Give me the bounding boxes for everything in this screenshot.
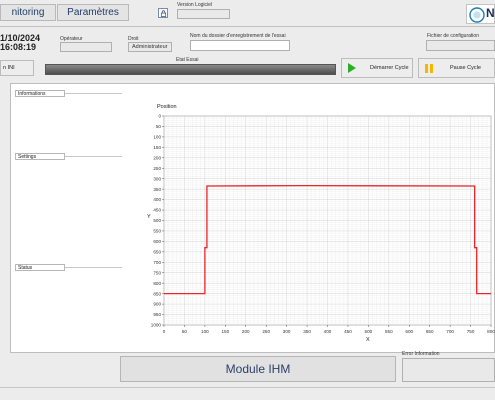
folder-label: Nom du dossier d'enregistrement de l'ess… [190,33,286,39]
pause-cycle-button[interactable]: Pause Cycle [418,58,495,78]
y-tick-label: 100 [153,135,161,140]
x-tick-label: 750 [467,329,475,334]
x-tick-label: 350 [303,329,311,334]
y-tick-label: 0 [158,114,161,119]
footer-divider [0,387,495,388]
x-tick-label: 250 [262,329,270,334]
chart-xlabel: X [366,337,370,343]
y-tick-label: 300 [153,176,161,181]
position-chart: Position Y X 0 50 100 150 200 250 300 350 400 450… [147,104,495,343]
y-tick-label: 600 [153,239,161,244]
x-tick-label: 700 [446,329,454,334]
y-tick-label: 900 [153,302,161,307]
x-tick-label: 550 [385,329,393,334]
pause-cycle-label: Pause Cycle [450,65,481,71]
play-icon [348,63,356,73]
x-tick-label: 300 [283,329,291,334]
rights-field: Administrateur [128,42,172,52]
error-info-field [402,358,495,382]
y-tick-label: 200 [153,155,161,160]
module-ihm-box: Module IHM [120,356,396,382]
y-tick-label: 500 [153,218,161,223]
section-settings-line [65,156,122,157]
start-cycle-label: Démarrer Cycle [370,65,409,71]
x-tick-label: 650 [426,329,434,334]
y-tick-label: 350 [153,187,161,192]
section-status-line [65,267,122,268]
ini-button[interactable]: n INI [0,60,34,76]
header-divider [0,26,495,27]
y-tick-label: 150 [153,145,161,150]
y-tick-label: 450 [153,208,161,213]
y-tick-label: 700 [153,260,161,265]
x-tick-label: 400 [324,329,332,334]
chart-ylabel: Y [147,214,151,220]
version-field [177,9,230,19]
section-informations: Informations [15,90,65,97]
version-label: Version Logiciel [177,2,213,8]
operator-field [60,42,112,52]
start-cycle-button[interactable]: Démarrer Cycle [341,58,413,78]
y-tick-label: 250 [153,166,161,171]
section-settings: Settings [15,153,65,160]
y-tick-label: 1000 [151,323,162,328]
x-tick-label: 450 [344,329,352,334]
x-tick-label: 50 [182,329,188,334]
y-tick-label: 800 [153,281,161,286]
config-field [426,40,495,51]
state-label: Etat Essai [176,57,199,63]
y-tick-label: 400 [153,197,161,202]
y-tick-label: 50 [156,124,162,129]
pause-icon [425,63,433,73]
x-tick-label: 500 [365,329,373,334]
lock-icon[interactable] [158,8,168,18]
module-ihm-label: Module IHM [225,362,291,376]
time-display: 16:08:19 [0,42,37,52]
company-logo: N [466,4,495,24]
config-label: Fichier de configuration [427,33,479,39]
tab-monitoring[interactable]: nitoring [0,4,56,21]
y-tick-label: 550 [153,229,161,234]
y-tick-label: 750 [153,270,161,275]
logo-text: N [486,6,495,20]
x-tick-label: 100 [201,329,209,334]
y-tick-label: 650 [153,249,161,254]
section-status: Status [15,264,65,271]
x-tick-label: 0 [163,329,166,334]
folder-input[interactable] [190,40,290,51]
x-tick-label: 200 [242,329,250,334]
error-info-label: Error Information [402,351,440,357]
x-tick-label: 800 [487,329,495,334]
tab-parametres[interactable]: Paramètres [57,4,129,21]
state-progress-bar [45,64,336,75]
x-tick-label: 150 [221,329,229,334]
y-tick-label: 950 [153,312,161,317]
chart-title: Position [157,104,177,110]
y-tick-label: 850 [153,291,161,296]
chart-grid [163,115,492,326]
section-informations-line [65,93,122,94]
x-tick-label: 600 [405,329,413,334]
